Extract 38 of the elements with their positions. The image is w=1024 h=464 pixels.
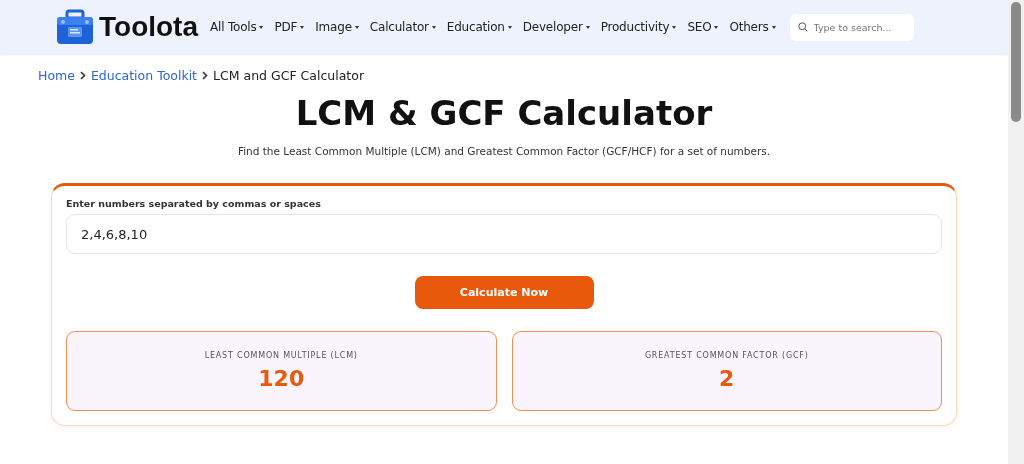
caret-icon [431,25,436,29]
nav-menu-item[interactable]: Education [446,20,512,34]
page-subtitle: Find the Least Common Multiple (LCM) and Greatest Common Factor (GCF/HCF) for a set of numbers. [236,145,772,157]
result-value: 120 [258,366,305,391]
breadcrumb-current: LCM and GCF Calculator [213,68,365,83]
numbers-input-field[interactable]: 2,4,6,8,10 [66,214,942,254]
nav-menu-item[interactable]: PDF [274,20,305,34]
calculate-button[interactable]: Calculate Now [414,276,594,309]
nav-menu-item[interactable]: Calculator [369,20,436,34]
caret-icon [585,25,590,29]
caret-icon [771,25,776,29]
nav-menu-item[interactable]: Productivity [600,20,677,34]
nav-menu-item[interactable]: SEO [687,20,719,34]
result-label: GREATEST COMMON FACTOR (GCF) [644,351,809,360]
toolbox-icon [55,9,95,45]
chevron-icon [79,71,86,80]
breadcrumb-link[interactable]: Home [38,68,75,83]
caret-icon [672,25,677,29]
caret-icon [354,25,359,29]
caret-icon [714,25,719,29]
page-title: LCM & GCF Calculator [294,93,714,133]
nav-menu-item[interactable]: Others [729,20,776,34]
result-value: 2 [719,366,735,391]
nav-menu-item[interactable]: Developer [522,20,590,34]
caret-icon [259,25,264,29]
scrollbar[interactable] [1008,0,1024,464]
search-field[interactable]: Type to search... [789,13,914,41]
caret-icon [507,25,512,29]
nav-menu-item[interactable]: All Tools [210,20,264,34]
nav-menu-item[interactable]: Image [315,20,359,34]
search-input[interactable]: Type to search... [813,21,906,33]
chevron-icon [202,71,209,80]
search-icon [797,20,808,34]
field-label: Enter numbers separated by commas or spaces [66,198,322,209]
breadcrumb-link[interactable]: Education Toolkit [90,68,198,83]
caret-icon [300,25,305,29]
result-label: LEAST COMMON MULTIPLE (LCM) [204,351,358,360]
brand-name[interactable]: Toolota [99,11,198,43]
